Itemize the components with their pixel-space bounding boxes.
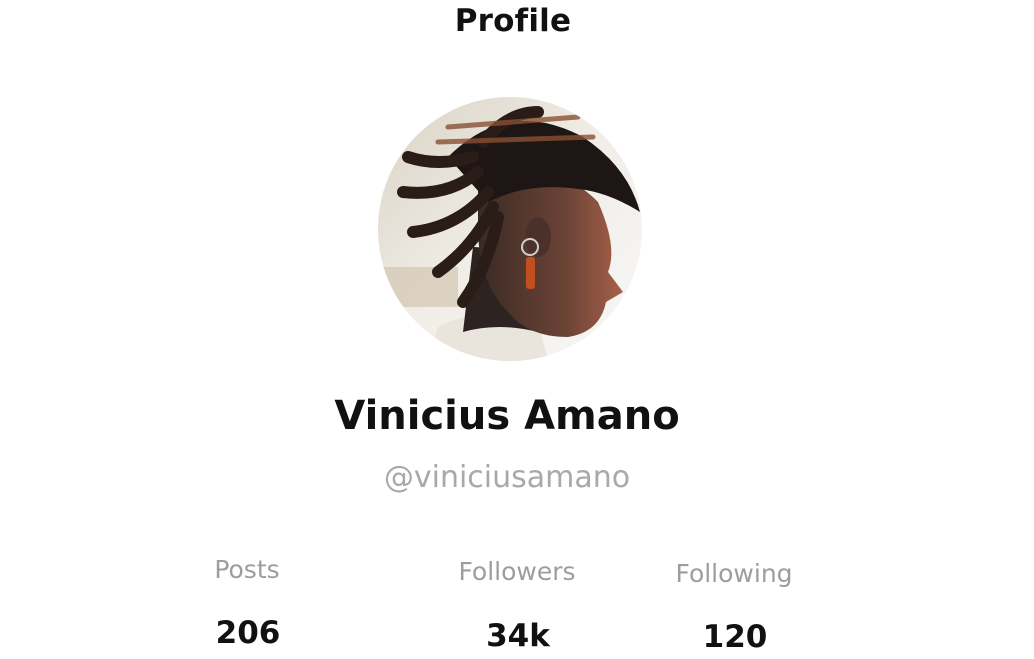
profile-screen: Profile Vinicius Amano @viniciusamano Po… (0, 0, 1034, 659)
stat-label-followers: Followers (458, 557, 576, 586)
avatar-illustration (378, 97, 642, 361)
stat-value-following: 120 (702, 619, 768, 655)
profile-name: Vinicius Amano (334, 393, 680, 439)
stat-label-following: Following (675, 559, 793, 588)
page-title: Profile (454, 3, 572, 39)
profile-handle: @viniciusamano (383, 460, 631, 495)
stat-value-followers: 34k (486, 618, 550, 654)
stat-value-posts: 206 (215, 615, 281, 651)
stat-label-posts: Posts (214, 555, 280, 584)
avatar[interactable] (378, 97, 642, 361)
